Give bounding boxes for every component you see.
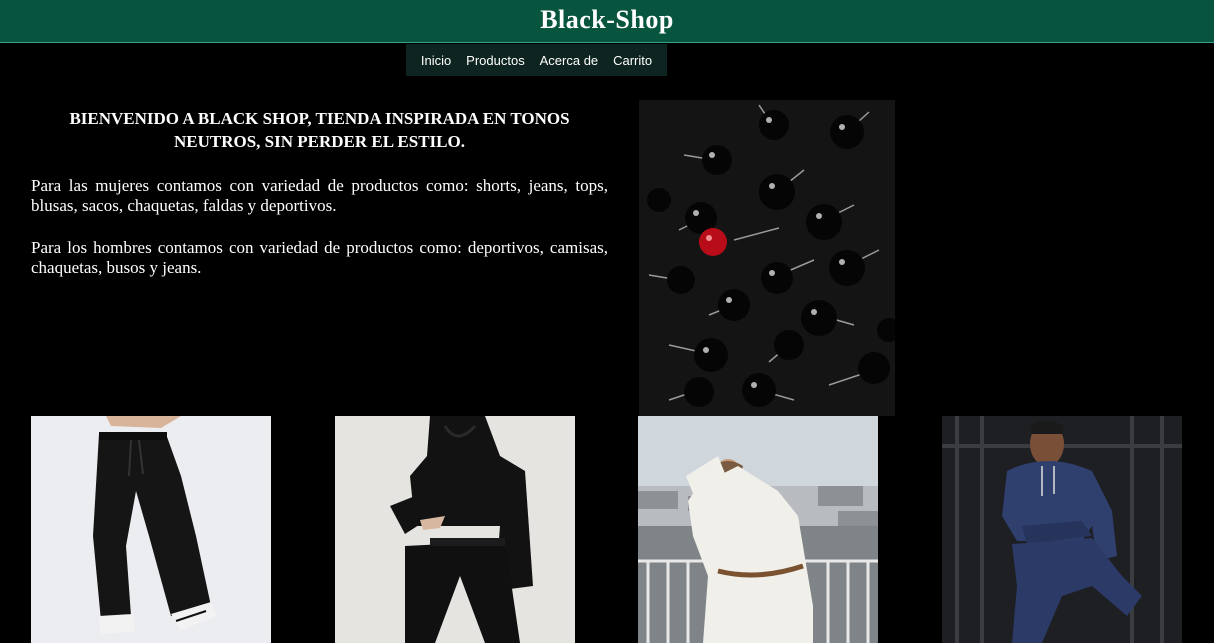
product-image-black-sweatpants [31, 416, 271, 643]
women-products-text: Para las mujeres contamos con variedad d… [31, 176, 608, 215]
hero-cherries-image [639, 100, 895, 416]
nav-carrito[interactable]: Carrito [613, 53, 652, 68]
intro-section: BIENVENIDO A BLACK SHOP, TIENDA INSPIRAD… [31, 107, 608, 278]
site-title: Black-Shop [540, 5, 674, 34]
men-products-text: Para los hombres contamos con variedad d… [31, 238, 608, 277]
main-nav: Inicio Productos Acerca de Carrito [406, 44, 667, 76]
site-header: Black-Shop [0, 0, 1214, 43]
nav-productos[interactable]: Productos [466, 53, 525, 68]
product-image-blue-tracksuit [942, 416, 1182, 643]
welcome-heading: BIENVENIDO A BLACK SHOP, TIENDA INSPIRAD… [69, 109, 570, 151]
nav-inicio[interactable]: Inicio [421, 53, 451, 68]
nav-acerca-de[interactable]: Acerca de [540, 53, 599, 68]
product-image-white-sweater [638, 416, 878, 643]
product-image-black-hoodie-set [335, 416, 575, 643]
